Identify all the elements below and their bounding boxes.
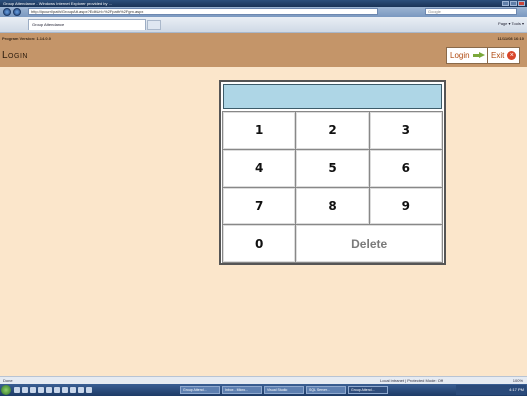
key-2[interactable]: 2 [296, 112, 369, 149]
delete-button[interactable]: Delete [296, 225, 442, 262]
quick-launch-icon[interactable] [78, 387, 84, 393]
main-content: 1 2 3 4 5 6 7 8 9 0 Delete [0, 67, 527, 376]
quick-launch-icon[interactable] [62, 387, 68, 393]
close-window-button[interactable] [518, 1, 525, 6]
new-tab-button[interactable] [147, 20, 161, 30]
browser-title-bar: Group Attendance - Windows Internet Expl… [0, 0, 527, 7]
taskbar-task[interactable]: Visual Studio [264, 386, 304, 394]
ie-toolbar[interactable]: Page ▾ Tools ▾ [498, 21, 524, 26]
status-text: Done [3, 378, 13, 383]
pin-keypad: 1 2 3 4 5 6 7 8 9 0 Delete [219, 80, 446, 265]
taskbar-task[interactable]: Group Attend... [348, 386, 388, 394]
quick-launch-icon[interactable] [86, 387, 92, 393]
taskbar-task[interactable]: SQL Server... [306, 386, 346, 394]
quick-launch-icon[interactable] [30, 387, 36, 393]
address-bar-row: http://ipcurrl/path/GroupAtt.aspx?EditUr… [0, 7, 527, 17]
status-bar: Done Local intranet | Protected Mode: Of… [0, 376, 527, 384]
key-8[interactable]: 8 [296, 187, 369, 225]
quick-launch-icon[interactable] [54, 387, 60, 393]
search-input[interactable]: Google [425, 8, 517, 15]
key-6[interactable]: 6 [369, 149, 442, 187]
forward-button[interactable] [13, 8, 21, 16]
security-zone: Local intranet | Protected Mode: Off [380, 378, 443, 383]
key-7[interactable]: 7 [223, 187, 296, 225]
key-5[interactable]: 5 [296, 149, 369, 187]
quick-launch-icon[interactable] [38, 387, 44, 393]
tab-group-attendance[interactable]: Group Attendance [28, 19, 146, 30]
login-button[interactable]: Login [446, 47, 489, 64]
window-controls [502, 1, 525, 6]
start-button[interactable] [1, 385, 11, 395]
quick-launch [14, 387, 92, 393]
key-1[interactable]: 1 [223, 112, 296, 149]
pin-display[interactable] [223, 84, 442, 109]
login-label: Login [450, 51, 470, 60]
keypad-grid: 1 2 3 4 5 6 7 8 9 0 Delete [222, 111, 443, 263]
key-9[interactable]: 9 [369, 187, 442, 225]
exit-label: Exit [491, 51, 505, 60]
taskbar-task[interactable]: Group Attend... [180, 386, 220, 394]
tab-bar: Group Attendance Page ▾ Tools ▾ [0, 17, 527, 33]
key-0[interactable]: 0 [223, 225, 296, 262]
window-title: Group Attendance - Windows Internet Expl… [3, 1, 112, 6]
exit-icon: × [507, 51, 517, 60]
quick-launch-icon[interactable] [46, 387, 52, 393]
zoom-level[interactable]: 100% [513, 377, 523, 384]
maximize-button[interactable] [510, 1, 517, 6]
page-title: Login [2, 50, 28, 61]
key-4[interactable]: 4 [223, 149, 296, 187]
taskbar-tasks: Group Attend... Inbox - Micro... Visual … [180, 386, 388, 394]
key-3[interactable]: 3 [369, 112, 442, 149]
address-input[interactable]: http://ipcurrl/path/GroupAtt.aspx?EditUr… [28, 8, 378, 15]
exit-button[interactable]: Exit × [487, 47, 521, 64]
quick-launch-icon[interactable] [70, 387, 76, 393]
program-version: Program Version: 1.14.0.0 [2, 36, 51, 41]
app-header: Program Version: 1.14.0.0 11/11/08 16:10… [0, 33, 527, 67]
quick-launch-icon[interactable] [14, 387, 20, 393]
quick-launch-icon[interactable] [22, 387, 28, 393]
back-button[interactable] [3, 8, 11, 16]
system-tray[interactable]: 4:17 PM [456, 385, 526, 395]
date-time: 11/11/08 16:10 [497, 36, 524, 41]
arrow-right-icon [472, 52, 485, 59]
taskbar-task[interactable]: Inbox - Micro... [222, 386, 262, 394]
minimize-button[interactable] [502, 1, 509, 6]
windows-taskbar: Group Attend... Inbox - Micro... Visual … [0, 384, 527, 396]
